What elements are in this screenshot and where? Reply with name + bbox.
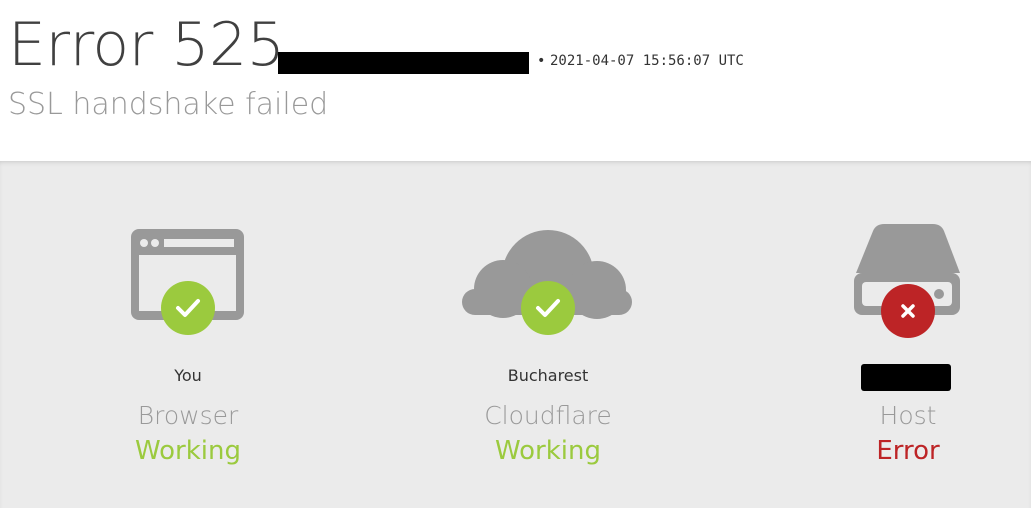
browser-location: You [174, 366, 202, 385]
redacted-domain [278, 52, 529, 74]
host-node: Host Error [758, 161, 1031, 508]
check-icon [521, 281, 575, 335]
error-subtitle: SSL handshake failed [8, 87, 329, 122]
error-header: Error 525 • 2021-04-07 15:56:07 UTC SSL … [0, 0, 1031, 161]
connection-diagram: You Browser Working Bucharest Cloudflare… [0, 161, 1031, 508]
cloudflare-node: Bucharest Cloudflare Working [398, 161, 698, 508]
error-title: Error 525 [8, 10, 285, 80]
host-status: Error [876, 436, 940, 466]
check-icon [161, 281, 215, 335]
browser-status: Working [134, 436, 242, 466]
separator-dot: • [537, 53, 546, 69]
browser-role: Browser [137, 401, 239, 430]
cloudflare-role: Cloudflare [484, 401, 612, 430]
cloudflare-status: Working [494, 436, 602, 466]
cloudflare-location: Bucharest [507, 366, 589, 385]
browser-node: You Browser Working [38, 161, 338, 508]
error-timestamp: 2021-04-07 15:56:07 UTC [550, 53, 744, 69]
error-x-icon [881, 284, 935, 338]
redacted-host-location [861, 364, 951, 391]
host-role: Host [879, 401, 937, 430]
